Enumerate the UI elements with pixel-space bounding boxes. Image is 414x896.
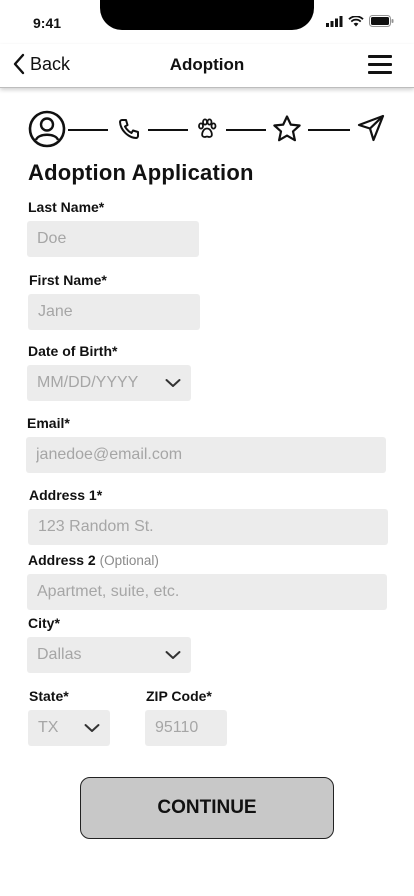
star-icon [273, 115, 301, 142]
chevron-down-icon [165, 379, 181, 387]
zip-label: ZIP Code* [146, 688, 212, 704]
progress-stepper [28, 110, 388, 150]
state-select[interactable]: TX [28, 710, 110, 746]
status-bar: 9:41 [0, 0, 414, 44]
status-icons [326, 15, 394, 27]
step-connector [68, 129, 108, 131]
step-review[interactable] [272, 114, 302, 144]
user-icon [28, 110, 66, 148]
step-profile[interactable] [28, 110, 66, 148]
zip-input[interactable] [145, 710, 227, 746]
battery-icon [369, 15, 394, 27]
address2-label-text: Address 2 [28, 552, 96, 568]
dob-label: Date of Birth* [28, 343, 118, 359]
city-label: City* [28, 615, 60, 631]
address1-label: Address 1* [29, 487, 103, 503]
continue-button[interactable]: CONTINUE [80, 777, 334, 839]
email-label: Email* [27, 415, 70, 431]
step-connector [148, 129, 188, 131]
step-pet[interactable] [194, 116, 220, 142]
first-name-input[interactable] [28, 294, 200, 330]
form-title: Adoption Application [28, 160, 254, 185]
wifi-icon [348, 15, 364, 26]
navigation-bar: Back Adoption [0, 44, 414, 88]
hamburger-menu-icon[interactable] [368, 55, 392, 75]
state-label: State* [29, 688, 69, 704]
send-icon [357, 114, 385, 142]
chevron-down-icon [165, 651, 181, 659]
address2-label: Address 2 (Optional) [28, 552, 159, 568]
status-time: 9:41 [33, 15, 62, 31]
address2-input[interactable] [27, 574, 387, 610]
step-connector [226, 129, 266, 131]
optional-hint: (Optional) [99, 553, 159, 568]
city-select[interactable]: Dallas [27, 637, 191, 673]
address1-input[interactable] [28, 509, 388, 545]
chevron-down-icon [84, 724, 100, 732]
first-name-label: First Name* [29, 272, 107, 288]
step-contact[interactable] [116, 116, 142, 142]
phone-icon [119, 119, 139, 139]
paw-icon [198, 118, 217, 138]
signal-icon [326, 15, 343, 27]
last-name-label: Last Name* [28, 199, 105, 215]
city-value: Dallas [37, 646, 82, 663]
step-connector [308, 129, 350, 131]
state-value: TX [38, 719, 59, 736]
dob-placeholder: MM/DD/YYYY [37, 374, 139, 391]
page-title: Adoption [169, 55, 245, 74]
device-notch [100, 0, 314, 30]
last-name-input[interactable] [27, 221, 199, 257]
email-input[interactable] [26, 437, 386, 473]
step-submit[interactable] [356, 113, 386, 143]
dob-select[interactable]: MM/DD/YYYY [27, 365, 191, 401]
